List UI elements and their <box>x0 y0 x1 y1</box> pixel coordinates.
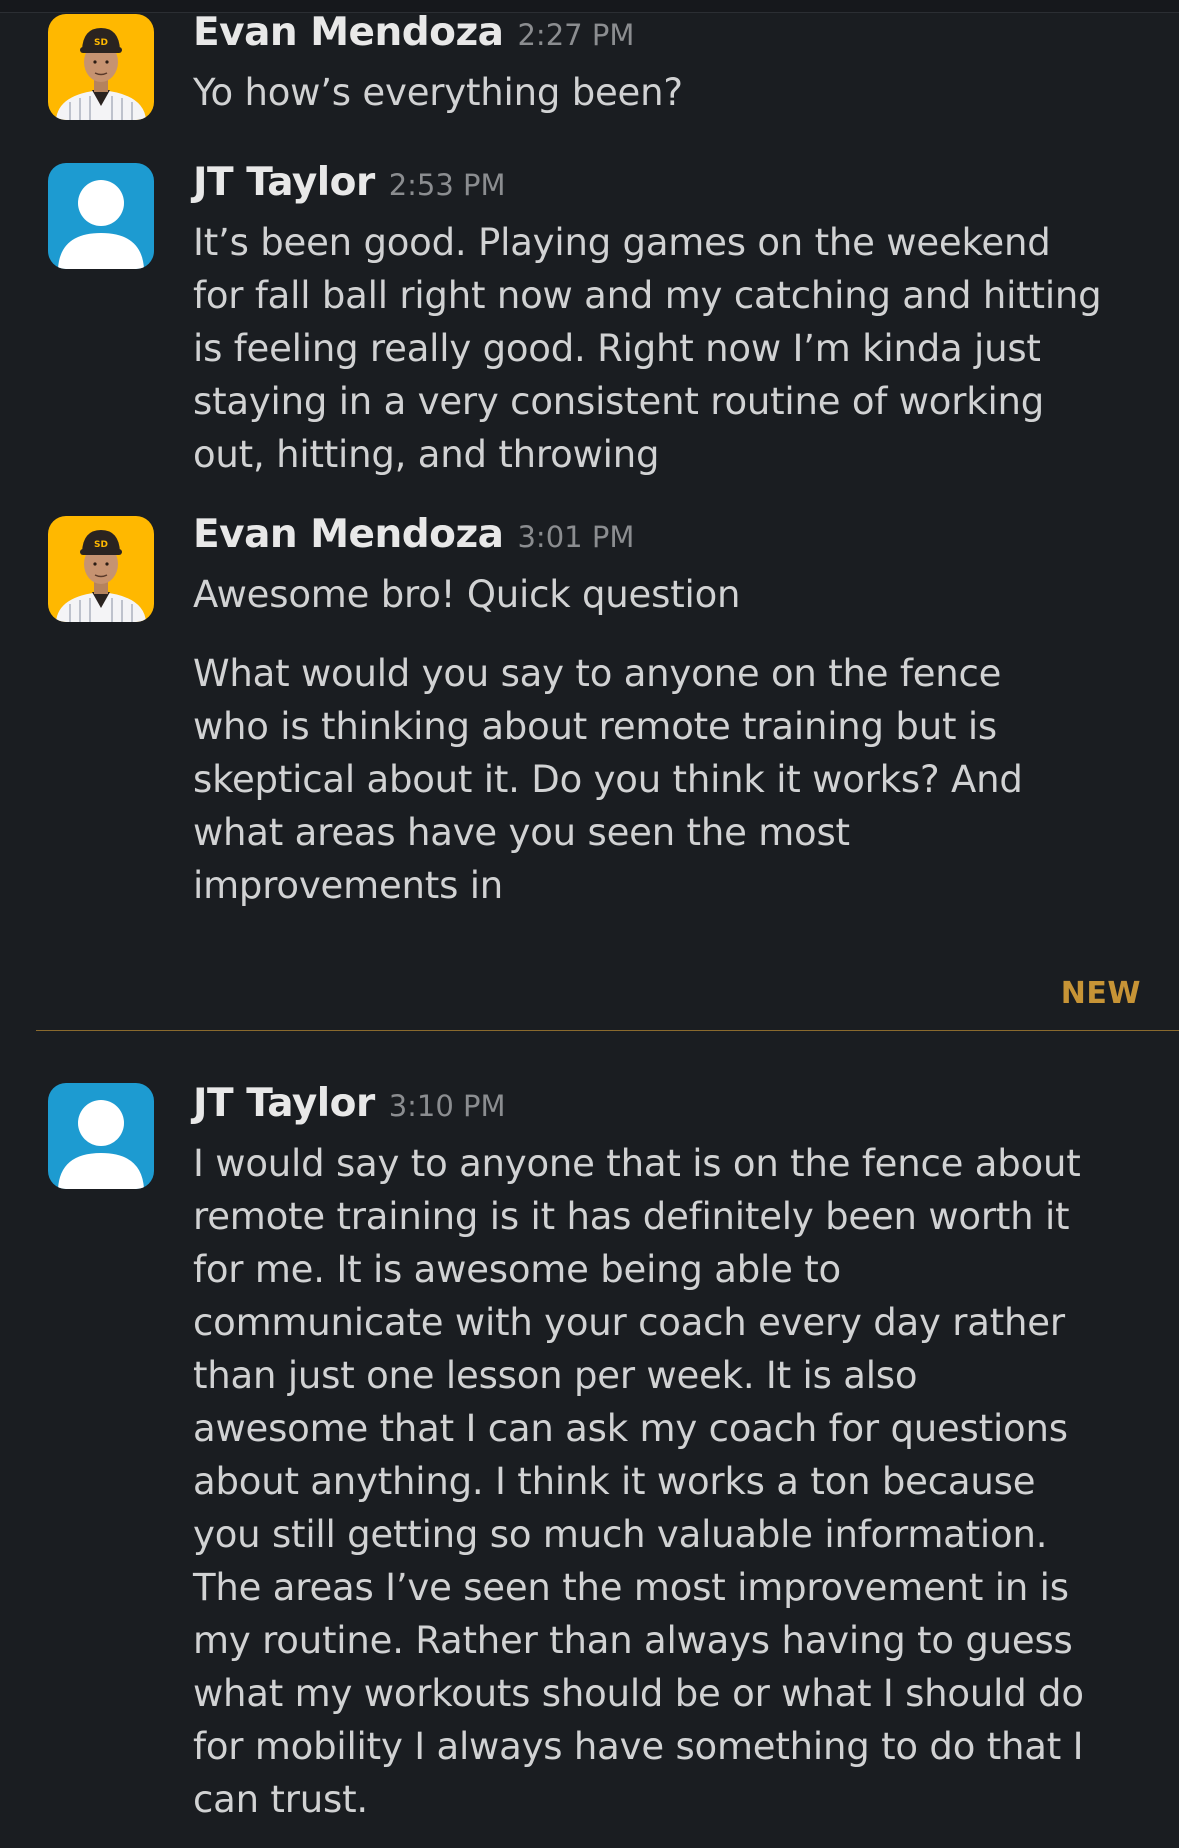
message-header: JT Taylor 3:10 PM <box>193 1081 1143 1137</box>
message-content: JT Taylor 2:53 PM It’s been good. Playin… <box>193 160 1143 481</box>
message-line: Awesome bro! Quick question <box>193 573 741 616</box>
new-messages-label: NEW <box>1060 976 1141 1011</box>
sender-name[interactable]: JT Taylor <box>193 1081 375 1126</box>
message-line: for fall ball right now and my catching … <box>193 274 1102 317</box>
message-line: It’s been good. Playing games on the wee… <box>193 221 1051 264</box>
message-content: Evan Mendoza 3:01 PM Awesome bro! Quick … <box>193 512 1143 912</box>
sender-name[interactable]: Evan Mendoza <box>193 10 504 55</box>
message-line: can trust. <box>193 1778 368 1821</box>
message-line: improvements in <box>193 864 504 907</box>
default-user-avatar[interactable] <box>48 163 154 269</box>
message-header: JT Taylor 2:53 PM <box>193 160 1143 216</box>
message-line: out, hitting, and throwing <box>193 433 660 476</box>
new-messages-divider <box>36 1030 1179 1031</box>
message-text: Awesome bro! Quick question What would y… <box>193 568 1143 912</box>
message-text: Yo how’s everything been? <box>193 66 1143 119</box>
message-timestamp[interactable]: 2:27 PM <box>517 18 634 52</box>
message-line: I would say to anyone that is on the fen… <box>193 1142 1081 1185</box>
message-line: The areas I’ve seen the most improvement… <box>193 1566 1069 1609</box>
message-line: Yo how’s everything been? <box>193 71 683 114</box>
message-line: is feeling really good. Right now I’m ki… <box>193 327 1041 370</box>
message-timestamp[interactable]: 2:53 PM <box>389 168 506 202</box>
player-photo-avatar[interactable]: SD <box>48 14 154 120</box>
message-line: for mobility I always have something to … <box>193 1725 1084 1768</box>
message-line: my routine. Rather than always having to… <box>193 1619 1073 1662</box>
message-line: What would you say to anyone on the fenc… <box>193 652 1002 695</box>
message-line: communicate with your coach every day ra… <box>193 1301 1065 1344</box>
message-header: Evan Mendoza 3:01 PM <box>193 512 1143 568</box>
message-timestamp[interactable]: 3:10 PM <box>389 1089 506 1123</box>
message-line: remote training is it has definitely bee… <box>193 1195 1070 1238</box>
message-text: It’s been good. Playing games on the wee… <box>193 216 1143 481</box>
message-line: what my workouts should be or what I sho… <box>193 1672 1084 1715</box>
sender-name[interactable]: JT Taylor <box>193 160 375 205</box>
message-line: you still getting so much valuable infor… <box>193 1513 1048 1556</box>
svg-text:SD: SD <box>94 38 108 48</box>
message-text: I would say to anyone that is on the fen… <box>193 1137 1143 1826</box>
message-content: JT Taylor 3:10 PM I would say to anyone … <box>193 1081 1143 1826</box>
message-line: than just one lesson per week. It is als… <box>193 1354 918 1397</box>
message-timestamp[interactable]: 3:01 PM <box>517 520 634 554</box>
sender-name[interactable]: Evan Mendoza <box>193 512 504 557</box>
default-user-avatar[interactable] <box>48 1083 154 1189</box>
message-line: what areas have you seen the most <box>193 811 850 854</box>
message-line: about anything. I think it works a ton b… <box>193 1460 1036 1503</box>
message-content: Evan Mendoza 2:27 PM Yo how’s everything… <box>193 10 1143 119</box>
message-line: who is thinking about remote training bu… <box>193 705 997 748</box>
message-line: staying in a very consistent routine of … <box>193 380 1045 423</box>
message-line: for me. It is awesome being able to <box>193 1248 841 1291</box>
svg-text:SD: SD <box>94 540 108 550</box>
message-header: Evan Mendoza 2:27 PM <box>193 10 1143 66</box>
message-line: awesome that I can ask my coach for ques… <box>193 1407 1068 1450</box>
message-line: skeptical about it. Do you think it work… <box>193 758 1023 801</box>
player-photo-avatar[interactable]: SD <box>48 516 154 622</box>
